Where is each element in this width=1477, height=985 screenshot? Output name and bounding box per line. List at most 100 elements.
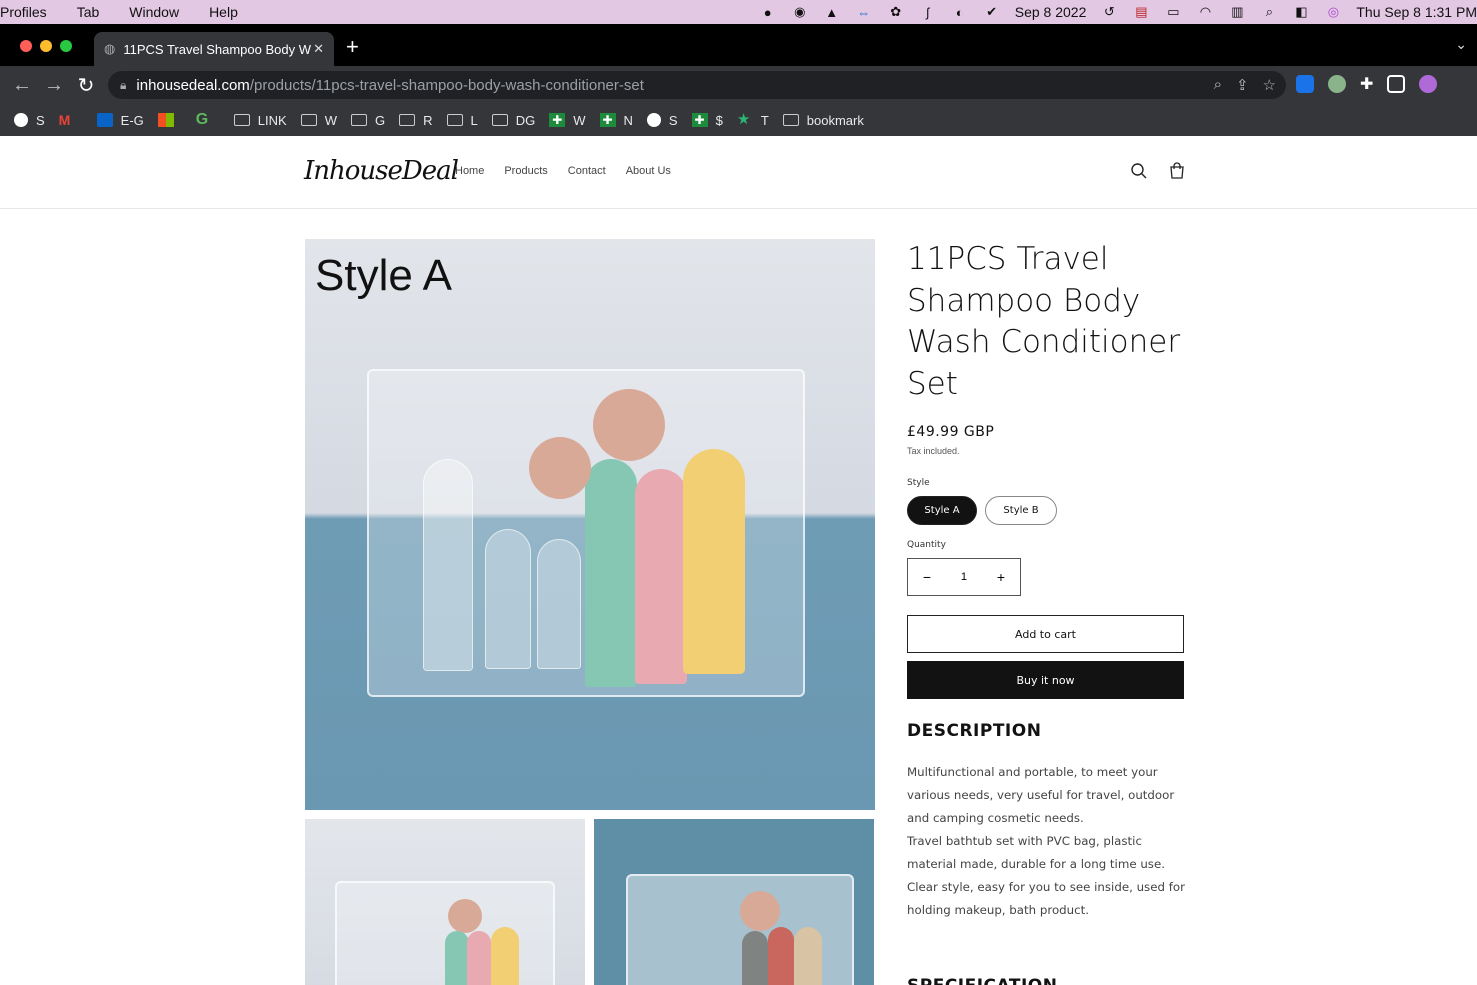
bookmark-label: W — [324, 112, 337, 128]
quantity-input[interactable]: 1 — [961, 571, 967, 583]
line-icon[interactable]: ◉ — [791, 3, 809, 21]
cart-icon[interactable] — [1168, 162, 1186, 180]
reload-button[interactable]: ↻ — [70, 73, 102, 98]
style-option-b[interactable]: Style B — [985, 496, 1057, 525]
back-button[interactable]: ← — [6, 74, 38, 97]
puzzle-icon[interactable]: ✚ — [1360, 74, 1373, 94]
menu-profiles[interactable]: Profiles — [0, 4, 47, 20]
control-center-icon[interactable]: ◧ — [1292, 3, 1310, 21]
bookmark-label: $ — [715, 112, 723, 128]
close-tab-icon[interactable]: ✕ — [313, 41, 324, 57]
yellow-tube-graphic — [683, 449, 745, 674]
product-thumbnail-1[interactable] — [305, 819, 585, 985]
siri-icon[interactable]: ◎ — [1324, 3, 1342, 21]
profile-avatar[interactable] — [1419, 75, 1438, 93]
zoom-icon[interactable]: ⌕ — [1214, 76, 1222, 94]
bookmark-item[interactable]: ✚ W — [549, 113, 586, 128]
quantity-increase-button[interactable]: + — [997, 569, 1005, 585]
menu-tab[interactable]: Tab — [77, 4, 100, 20]
product-title: 11PCS Travel Shampoo Body Wash Condition… — [907, 241, 1181, 402]
spotlight-icon[interactable]: ⌕ — [1260, 3, 1278, 21]
close-window-button[interactable] — [20, 40, 32, 52]
gray-tube-graphic — [742, 931, 768, 985]
description-line: Travel bathtub set with PVC bag, plastic — [907, 834, 1142, 848]
bookmark-item[interactable]: ✚ N — [599, 113, 633, 128]
forward-button[interactable]: → — [38, 74, 70, 97]
bookmark-item[interactable]: S — [14, 113, 45, 128]
menu-help[interactable]: Help — [209, 4, 238, 20]
bookmark-item[interactable]: LINK — [233, 113, 287, 128]
site-logo[interactable]: InhouseDeal — [304, 156, 459, 186]
chevron-down-icon[interactable]: ⌄ — [1455, 36, 1467, 53]
round-cap-graphic — [593, 389, 665, 461]
flag-icon[interactable]: ▤ — [1132, 3, 1150, 21]
new-tab-button[interactable]: + — [346, 34, 359, 60]
product-info: 11PCS Travel Shampoo Body Wash Condition… — [907, 239, 1187, 985]
circle-extension-icon[interactable] — [1328, 75, 1346, 93]
browser-tab[interactable]: ◍ 11PCS Travel Shampoo Body W ✕ — [94, 32, 334, 66]
bookmark-item[interactable]: S — [646, 113, 678, 128]
pink-tube-graphic — [635, 469, 687, 684]
menu-window[interactable]: Window — [129, 4, 179, 20]
battery-icon[interactable]: ▭ — [1164, 3, 1182, 21]
share-icon[interactable]: ⇪ — [1236, 76, 1249, 94]
folder-icon — [350, 114, 367, 126]
bookmark-item[interactable]: ★ T — [736, 111, 769, 128]
download-extension-icon[interactable] — [1296, 75, 1314, 93]
zoom-window-button[interactable] — [60, 40, 72, 52]
script-icon[interactable]: ʃ — [919, 3, 937, 21]
nav-about-us[interactable]: About Us — [626, 165, 671, 177]
extensions-area: ✚ — [1296, 74, 1438, 94]
bookmark-item[interactable] — [157, 113, 182, 127]
description-line: material made, durable for a long time u… — [907, 857, 1165, 871]
bookmark-item[interactable]: E-G — [96, 113, 144, 128]
search-icon[interactable] — [1130, 162, 1148, 180]
history-icon[interactable]: ↺ — [1100, 3, 1118, 21]
site-nav: Home Products Contact About Us — [455, 165, 671, 177]
teamviewer-icon[interactable]: ⇔ — [855, 3, 873, 21]
quantity-decrease-button[interactable]: − — [923, 569, 931, 585]
bell-icon[interactable]: ▲ — [823, 3, 841, 21]
menubar-date[interactable]: Sep 8 2022 — [1015, 4, 1087, 20]
yellow-tube-graphic — [491, 927, 519, 985]
bookmark-item[interactable]: G — [196, 112, 220, 128]
product-main-image[interactable]: Style A — [305, 239, 875, 810]
tab-strip: ◍ 11PCS Travel Shampoo Body W ✕ + ⌄ — [0, 24, 1477, 66]
memory-icon[interactable]: ▥ — [1228, 3, 1246, 21]
minimize-window-button[interactable] — [40, 40, 52, 52]
nav-home[interactable]: Home — [455, 165, 484, 177]
bookmark-item[interactable]: bookmark — [782, 113, 864, 128]
lock-icon[interactable]: 🔒︎ — [120, 78, 126, 93]
round-cap-graphic — [448, 899, 482, 933]
folder-icon — [782, 114, 799, 126]
arrow-circle-icon[interactable]: ◐ — [951, 3, 969, 21]
bookmark-item[interactable]: W — [300, 112, 337, 128]
bookmark-item[interactable]: M — [59, 113, 83, 127]
bookmark-item[interactable]: R — [399, 113, 433, 128]
star-icon: ★ — [736, 111, 751, 128]
buy-now-button[interactable]: Buy it now — [907, 661, 1184, 699]
green-cross-icon: ✚ — [599, 113, 616, 127]
style-option-a[interactable]: Style A — [907, 496, 977, 525]
product-thumbnail-2[interactable] — [594, 819, 874, 985]
add-to-cart-button[interactable]: Add to cart — [907, 615, 1184, 653]
cat-icon[interactable]: ● — [759, 3, 777, 21]
wifi-icon[interactable]: ◠ — [1196, 3, 1214, 21]
bookmark-label: L — [470, 112, 478, 128]
address-bar[interactable]: 🔒︎ inhousedeal.com/products/11pcs-travel… — [108, 71, 1286, 99]
globe-icon — [646, 113, 661, 127]
bookmark-item[interactable]: G — [350, 113, 385, 128]
menubar-clock[interactable]: Thu Sep 8 1:31 PM — [1356, 4, 1477, 20]
check-icon[interactable]: ✔ — [983, 3, 1001, 21]
sidepanel-icon[interactable] — [1387, 75, 1406, 93]
bookmark-item[interactable]: DG — [491, 113, 535, 128]
tab-title: 11PCS Travel Shampoo Body W — [123, 41, 311, 57]
star-icon[interactable]: ☆ — [1263, 76, 1276, 94]
bookmark-item[interactable]: ✚ $ — [691, 112, 723, 128]
nav-contact[interactable]: Contact — [568, 165, 606, 177]
nav-products[interactable]: Products — [504, 165, 547, 177]
bookmark-item[interactable]: L — [446, 112, 478, 128]
bookmark-label: S — [36, 112, 45, 128]
wechat-icon[interactable]: ✿ — [887, 3, 905, 21]
gmail-icon: M — [58, 112, 71, 128]
